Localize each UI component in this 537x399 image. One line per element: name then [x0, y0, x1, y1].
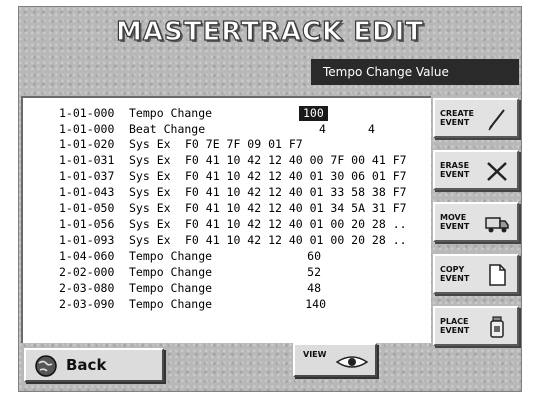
list-item[interactable]: 2-02-000 Tempo Change 52 [23, 265, 433, 280]
event-time: 1-01-037 [59, 169, 115, 183]
mastertrack-edit-window: MASTERTRACK EDIT Tempo Change Value 1-01… [18, 6, 522, 392]
event-type: Tempo Change [129, 265, 213, 279]
event-type: Tempo Change [129, 297, 213, 311]
event-type: Tempo Change [129, 249, 213, 263]
move-event-label: MOVE EVENT [440, 213, 480, 231]
view-button[interactable]: VIEW [293, 343, 377, 377]
create-event-line1: CREATE [440, 109, 474, 118]
view-button-label: VIEW [303, 350, 327, 359]
pencil-icon [488, 109, 505, 131]
event-time: 1-01-043 [59, 185, 115, 199]
place-event-label: PLACE EVENT [440, 317, 480, 335]
list-item[interactable]: 1-04-060 Tempo Change 60 [23, 249, 433, 264]
event-type: Sys Ex [129, 153, 171, 167]
list-item[interactable]: 1-01-056 Sys Ex F0 41 10 42 12 40 01 00 … [23, 217, 433, 232]
eye-icon [335, 356, 369, 368]
event-time: 1-01-000 [59, 122, 115, 136]
event-time: 2-03-080 [59, 281, 115, 295]
event-data: F0 41 10 42 12 40 01 00 20 28 .. [185, 217, 407, 231]
place-event-line2: EVENT [440, 326, 470, 335]
list-item[interactable]: 1-01-031 Sys Ex F0 41 10 42 12 40 00 7F … [23, 153, 433, 168]
page-title: MASTERTRACK EDIT [115, 16, 424, 47]
event-data: F0 41 10 42 12 40 01 34 5A 31 F7 [185, 201, 407, 215]
event-value: 4 [319, 122, 326, 136]
copy-event-line1: COPY [440, 265, 465, 274]
erase-event-button[interactable]: ERASE EVENT [433, 150, 519, 190]
event-time: 1-01-056 [59, 217, 115, 231]
event-time: 1-01-050 [59, 201, 115, 215]
list-item[interactable]: 2-03-090 Tempo Change 140 [23, 297, 433, 312]
event-data: F0 41 10 42 12 40 01 00 20 28 .. [185, 233, 407, 247]
list-item[interactable]: 1-01-037 Sys Ex F0 41 10 42 12 40 01 30 … [23, 169, 433, 184]
event-value: 48 [307, 281, 321, 295]
event-type: Sys Ex [129, 185, 171, 199]
event-value: 60 [307, 249, 321, 263]
event-type: Sys Ex [129, 233, 171, 247]
x-icon [487, 162, 507, 181]
event-list: 1-01-000 Tempo Change 100 1-01-000 Beat … [21, 96, 431, 343]
event-type: Sys Ex [129, 201, 171, 215]
copy-event-line2: EVENT [440, 274, 470, 283]
parameter-label: Tempo Change Value [311, 59, 519, 85]
move-event-line1: MOVE [440, 213, 467, 222]
create-event-label: CREATE EVENT [440, 109, 480, 127]
create-event-line2: EVENT [440, 118, 470, 127]
event-time: 1-01-031 [59, 153, 115, 167]
list-item[interactable]: 1-01-050 Sys Ex F0 41 10 42 12 40 01 34 … [23, 201, 433, 216]
list-item[interactable]: 2-03-080 Tempo Change 48 [23, 281, 433, 296]
list-item[interactable]: 1-01-093 Sys Ex F0 41 10 42 12 40 01 00 … [23, 233, 433, 248]
document-icon [489, 264, 506, 286]
event-value: 140 [305, 297, 326, 311]
event-time: 1-01-020 [59, 137, 115, 151]
event-time: 1-01-093 [59, 233, 115, 247]
list-item[interactable]: 1-01-000 Tempo Change 100 [23, 106, 433, 121]
event-value: 52 [307, 265, 321, 279]
event-type: Beat Change [129, 122, 206, 136]
event-data: F0 41 10 42 12 40 01 33 58 38 F7 [185, 185, 407, 199]
place-event-line1: PLACE [440, 317, 469, 326]
place-event-button[interactable]: PLACE EVENT [433, 306, 519, 346]
erase-event-line1: ERASE [440, 161, 470, 170]
event-time: 1-01-000 [59, 106, 115, 120]
move-event-button[interactable]: MOVE EVENT [433, 202, 519, 242]
truck-icon [485, 217, 509, 233]
event-time: 2-03-090 [59, 297, 115, 311]
event-data: F0 7E 7F 09 01 F7 [185, 137, 303, 151]
event-value-selected[interactable]: 100 [299, 106, 328, 121]
jar-icon [490, 316, 504, 338]
list-item[interactable]: 1-01-020 Sys Ex F0 7E 7F 09 01 F7 [23, 137, 433, 152]
event-value2: 4 [368, 122, 375, 136]
event-type: Sys Ex [129, 169, 171, 183]
event-type: Tempo Change [129, 106, 213, 120]
globe-icon [35, 355, 57, 377]
event-type: Sys Ex [129, 217, 171, 231]
move-event-line2: EVENT [440, 222, 470, 231]
event-time: 2-02-000 [59, 265, 115, 279]
event-data: F0 41 10 42 12 40 01 30 06 01 F7 [185, 169, 407, 183]
back-button-label: Back [66, 356, 107, 374]
copy-event-label: COPY EVENT [440, 265, 480, 283]
list-item[interactable]: 1-01-043 Sys Ex F0 41 10 42 12 40 01 33 … [23, 185, 433, 200]
event-data: F0 41 10 42 12 40 00 7F 00 41 F7 [185, 153, 407, 167]
back-button[interactable]: Back [24, 348, 164, 382]
list-item[interactable]: 1-01-000 Beat Change 4 4 [23, 122, 433, 137]
event-type: Tempo Change [129, 281, 213, 295]
erase-event-line2: EVENT [440, 170, 470, 179]
event-time: 1-04-060 [59, 249, 115, 263]
create-event-button[interactable]: CREATE EVENT [433, 98, 519, 138]
event-type: Sys Ex [129, 137, 171, 151]
copy-event-button[interactable]: COPY EVENT [433, 254, 519, 294]
erase-event-label: ERASE EVENT [440, 161, 480, 179]
